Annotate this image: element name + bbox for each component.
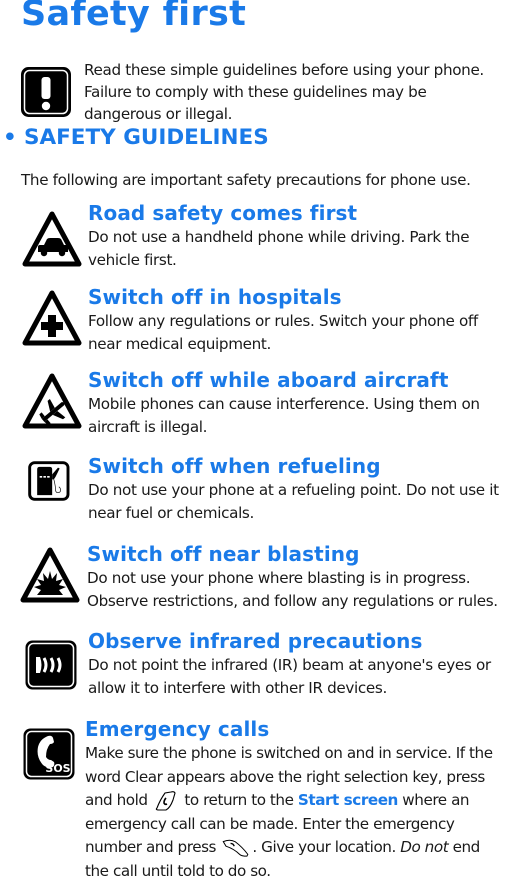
warning-exclamation-icon <box>21 67 71 117</box>
section-intro: The following are important safety preca… <box>21 171 471 189</box>
aircraft-icon <box>22 373 82 429</box>
sos-phone-icon: SOS <box>23 728 75 780</box>
page-title: Safety first <box>21 0 247 34</box>
guideline-title: Road safety comes first <box>88 201 358 225</box>
emergency-text-5: Give your location. <box>256 838 401 856</box>
intro-text: Read these simple guidelines before usin… <box>84 61 484 123</box>
guideline-description: Follow any regulations or rules. Switch … <box>88 312 478 353</box>
guideline-description: Make sure the phone is switched on and i… <box>85 742 506 883</box>
guideline-description: Do not use your phone where blasting is … <box>87 569 498 610</box>
end-key-icon <box>155 790 176 811</box>
emergency-emphasis: Do not <box>400 838 449 856</box>
guideline-description: Do not point the infrared (IR) beam at a… <box>88 656 491 697</box>
guideline-title: Switch off while aboard aircraft <box>88 368 449 392</box>
infrared-beam-icon <box>25 640 77 690</box>
guideline-title: Emergency calls <box>85 717 270 741</box>
guideline-title: Switch off when refueling <box>88 454 381 478</box>
guideline-title: Switch off in hospitals <box>88 285 342 309</box>
guideline-title: Observe infrared precautions <box>88 629 423 653</box>
section-bullet: • <box>3 125 17 150</box>
section-heading: • SAFETY GUIDELINES <box>3 125 269 150</box>
blasting-explosion-icon <box>20 547 80 603</box>
fuel-pump-icon <box>28 461 70 501</box>
road-safety-car-icon <box>22 211 82 267</box>
emergency-text-2: to return to the <box>179 791 298 809</box>
guideline-description: Do not use your phone at a refueling poi… <box>88 481 499 522</box>
guideline-title: Switch off near blasting <box>87 542 360 566</box>
call-key-icon <box>222 839 249 857</box>
start-screen-link[interactable]: Start screen <box>298 791 398 809</box>
guideline-description: Mobile phones can cause interference. Us… <box>88 395 480 436</box>
hospital-cross-icon <box>22 290 82 346</box>
section-heading-text: SAFETY GUIDELINES <box>24 125 269 150</box>
guideline-description: Do not use a handheld phone while drivin… <box>88 228 470 269</box>
svg-text:SOS: SOS <box>45 762 70 775</box>
